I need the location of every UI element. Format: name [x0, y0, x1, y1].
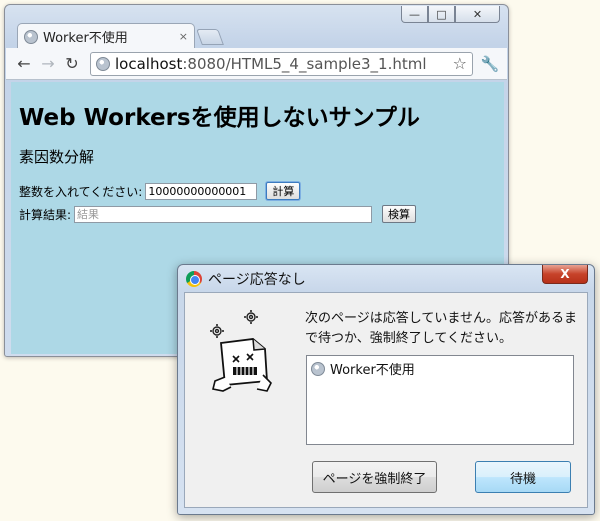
- close-icon: X: [560, 267, 570, 281]
- browser-tab[interactable]: Worker不使用 ×: [17, 23, 195, 49]
- page-title: Web Workersを使用しないサンプル: [19, 105, 420, 131]
- result-field[interactable]: [74, 205, 373, 223]
- integer-input-label: 整数を入れてください:: [19, 184, 143, 199]
- tab-close-icon[interactable]: ×: [179, 30, 188, 43]
- page-unresponsive-dialog: ページ応答なし X 次のページは応答していません。応答があるまで待つか、強制終了…: [177, 264, 595, 515]
- list-item-label: Worker不使用: [330, 363, 415, 378]
- result-row: 計算結果: 検算: [19, 204, 496, 224]
- maximize-icon: □: [436, 7, 447, 21]
- address-bar[interactable]: localhost:8080/HTML5_4_sample3_1.html ☆: [90, 51, 473, 76]
- page-subtitle: 素因数分解: [19, 148, 95, 166]
- new-tab-button[interactable]: [196, 29, 224, 45]
- dialog-title: ページ応答なし: [208, 272, 306, 288]
- dialog-close-button[interactable]: X: [542, 265, 588, 284]
- back-arrow-icon[interactable]: ←: [12, 54, 36, 73]
- input-row: 整数を入れてください: 計算: [19, 181, 496, 201]
- dialog-message: 次のページは応答していません。応答があるまで待つか、強制終了してください。: [305, 311, 577, 346]
- bookmark-star-icon[interactable]: ☆: [449, 54, 467, 73]
- unresponsive-pages-list[interactable]: Worker不使用: [306, 355, 574, 445]
- calculate-button[interactable]: 計算: [266, 182, 301, 200]
- wait-button[interactable]: 待機: [475, 461, 571, 493]
- window-controls: — □ ✕: [401, 6, 500, 23]
- kill-page-button[interactable]: ページを強制終了: [312, 461, 437, 493]
- maximize-button[interactable]: □: [428, 6, 455, 23]
- forward-arrow-icon[interactable]: →: [36, 54, 60, 73]
- url-path: :8080/HTML5_4_sample3_1.html: [182, 54, 427, 73]
- page-icon: [311, 361, 325, 376]
- url-host: localhost: [115, 54, 183, 73]
- chrome-logo-icon: [186, 271, 202, 287]
- integer-input[interactable]: [145, 182, 258, 200]
- close-icon: ✕: [472, 7, 483, 21]
- dialog-body: 次のページは応答していません。応答があるまで待つか、強制終了してください。 Wo…: [184, 292, 588, 508]
- page-icon: [96, 56, 110, 71]
- tab-title: Worker不使用: [43, 31, 128, 46]
- reload-icon[interactable]: ↻: [60, 54, 84, 73]
- minimize-button[interactable]: —: [401, 6, 428, 23]
- wrench-icon[interactable]: 🔧: [479, 55, 501, 73]
- dialog-titlebar: ページ応答なし: [186, 269, 306, 289]
- list-item[interactable]: Worker不使用: [311, 359, 569, 378]
- result-label: 計算結果:: [19, 207, 72, 222]
- browser-toolbar: ← → ↻ localhost:8080/HTML5_4_sample3_1.h…: [6, 48, 507, 80]
- globe-icon: [24, 29, 38, 44]
- close-window-button[interactable]: ✕: [455, 6, 500, 23]
- minimize-icon: —: [409, 7, 420, 21]
- verify-button[interactable]: 検算: [382, 205, 417, 223]
- sad-page-icon: [210, 310, 272, 392]
